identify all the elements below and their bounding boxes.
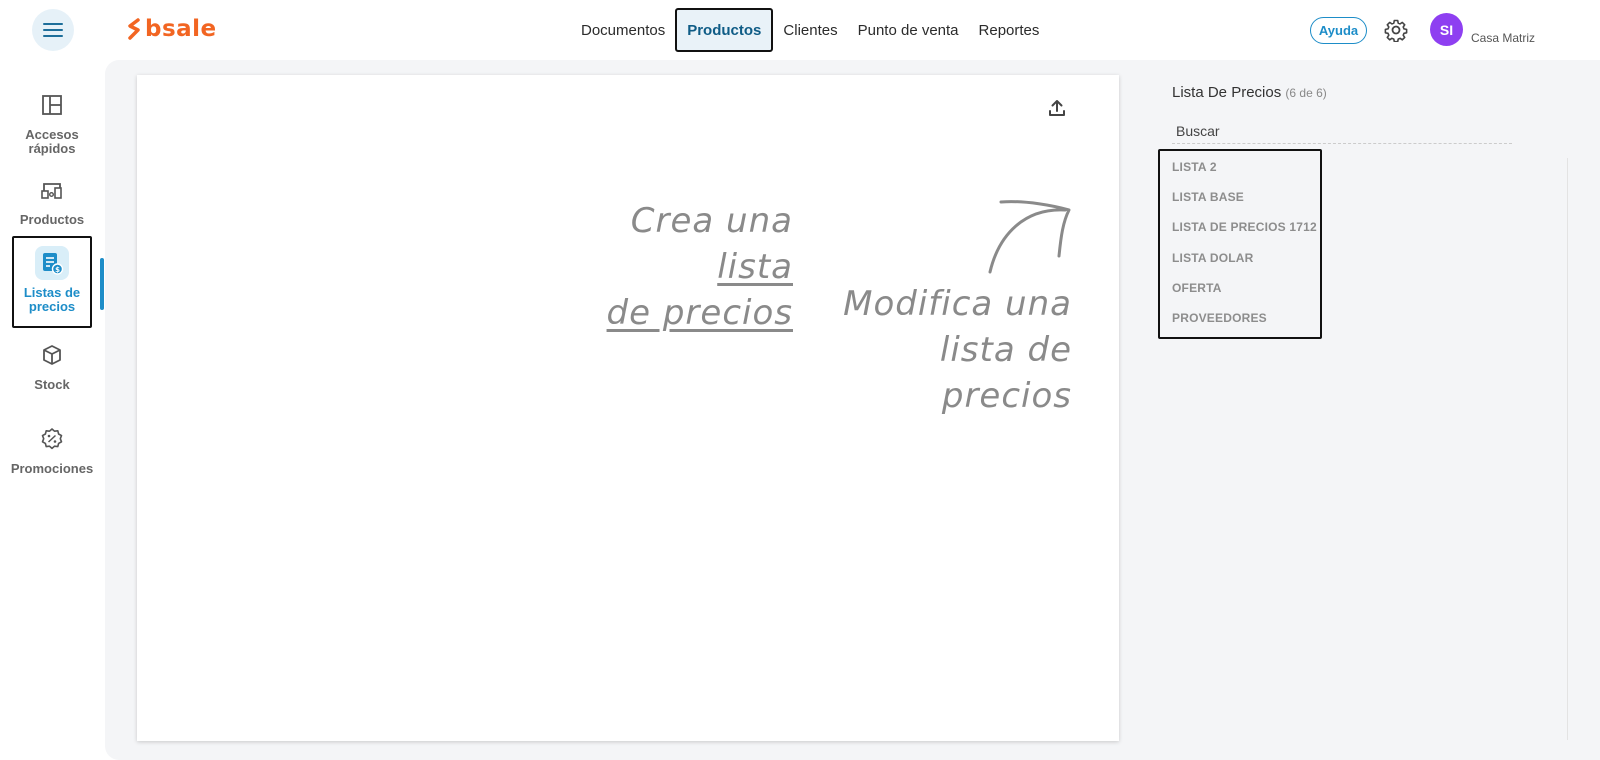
- price-lists-count: (6 de 6): [1285, 86, 1327, 100]
- nav-documentos[interactable]: Documentos: [571, 8, 675, 52]
- top-bar: bsale Documentos Productos Clientes Punt…: [0, 0, 1600, 60]
- create-price-list-link-2[interactable]: de precios: [607, 293, 793, 333]
- create-hint-text: Crea una: [630, 201, 793, 241]
- upload-icon: [1049, 100, 1065, 116]
- box-icon: [43, 345, 61, 365]
- list-item[interactable]: LISTA BASE: [1160, 190, 1320, 220]
- list-item[interactable]: PROVEEDORES: [1160, 311, 1320, 341]
- bsale-logo-icon: [128, 18, 140, 40]
- hamburger-menu-button[interactable]: [32, 9, 74, 51]
- nav-productos[interactable]: Productos: [675, 8, 774, 52]
- sidebar-item-promociones[interactable]: Promociones: [10, 422, 94, 476]
- panel-divider: [1567, 158, 1568, 740]
- modify-hint-line2: lista de precios: [939, 330, 1072, 416]
- branch-name[interactable]: Casa Matriz: [1471, 31, 1535, 45]
- modify-price-list-hint: Modifica una lista de precios: [832, 281, 1072, 419]
- bsale-logo[interactable]: bsale: [127, 16, 217, 42]
- svg-text:$: $: [55, 266, 60, 274]
- create-price-list-link[interactable]: lista: [717, 247, 793, 287]
- sidebar: Accesos rápidos Productos $ Listas de pr…: [0, 60, 104, 760]
- list-item[interactable]: LISTA DE PRECIOS 1712: [1160, 220, 1320, 250]
- menu-icon: [43, 23, 63, 37]
- list-item[interactable]: LISTA 2: [1160, 160, 1320, 190]
- gear-icon: [1384, 19, 1408, 43]
- layout-icon: [42, 95, 62, 115]
- price-lists-title: Lista De Precios (6 de 6): [1172, 84, 1327, 101]
- percent-badge-icon: [41, 428, 63, 450]
- nav-reportes[interactable]: Reportes: [969, 8, 1050, 52]
- sidebar-item-label: Stock: [34, 377, 70, 392]
- nav-punto-de-venta[interactable]: Punto de venta: [848, 8, 969, 52]
- panel-title-text: Lista De Precios: [1172, 84, 1282, 101]
- curved-arrow-icon: [988, 200, 1071, 274]
- sidebar-item-accesos-rapidos[interactable]: Accesos rápidos: [12, 88, 92, 156]
- sidebar-item-stock[interactable]: Stock: [12, 338, 92, 392]
- products-icon: [41, 183, 62, 199]
- price-list-list: LISTA 2 LISTA BASE LISTA DE PRECIOS 1712…: [1158, 149, 1322, 339]
- settings-button[interactable]: [1384, 18, 1408, 47]
- brand-name: bsale: [145, 16, 217, 42]
- active-indicator: [100, 258, 104, 310]
- modify-hint-line1: Modifica una: [843, 284, 1072, 324]
- list-item[interactable]: LISTA DOLAR: [1160, 251, 1320, 281]
- create-price-list-hint: Crea una lista de precios: [567, 198, 793, 336]
- user-avatar[interactable]: SI: [1430, 13, 1463, 46]
- sidebar-item-listas-de-precios[interactable]: $ Listas de precios: [12, 236, 92, 328]
- nav-clientes[interactable]: Clientes: [773, 8, 847, 52]
- help-button[interactable]: Ayuda: [1310, 17, 1367, 44]
- sidebar-item-label: Productos: [19, 212, 85, 227]
- list-item[interactable]: OFERTA: [1160, 281, 1320, 311]
- price-list-search-input[interactable]: [1172, 118, 1512, 144]
- sidebar-item-label: Listas de precios: [23, 285, 81, 314]
- main-nav: Documentos Productos Clientes Punto de v…: [571, 8, 1049, 52]
- sidebar-item-label: Accesos rápidos: [25, 127, 79, 156]
- sidebar-item-label: Promociones: [10, 461, 94, 476]
- upload-button[interactable]: [1047, 98, 1067, 123]
- price-list-icon: $: [43, 253, 64, 275]
- sidebar-item-productos[interactable]: Productos: [12, 173, 92, 227]
